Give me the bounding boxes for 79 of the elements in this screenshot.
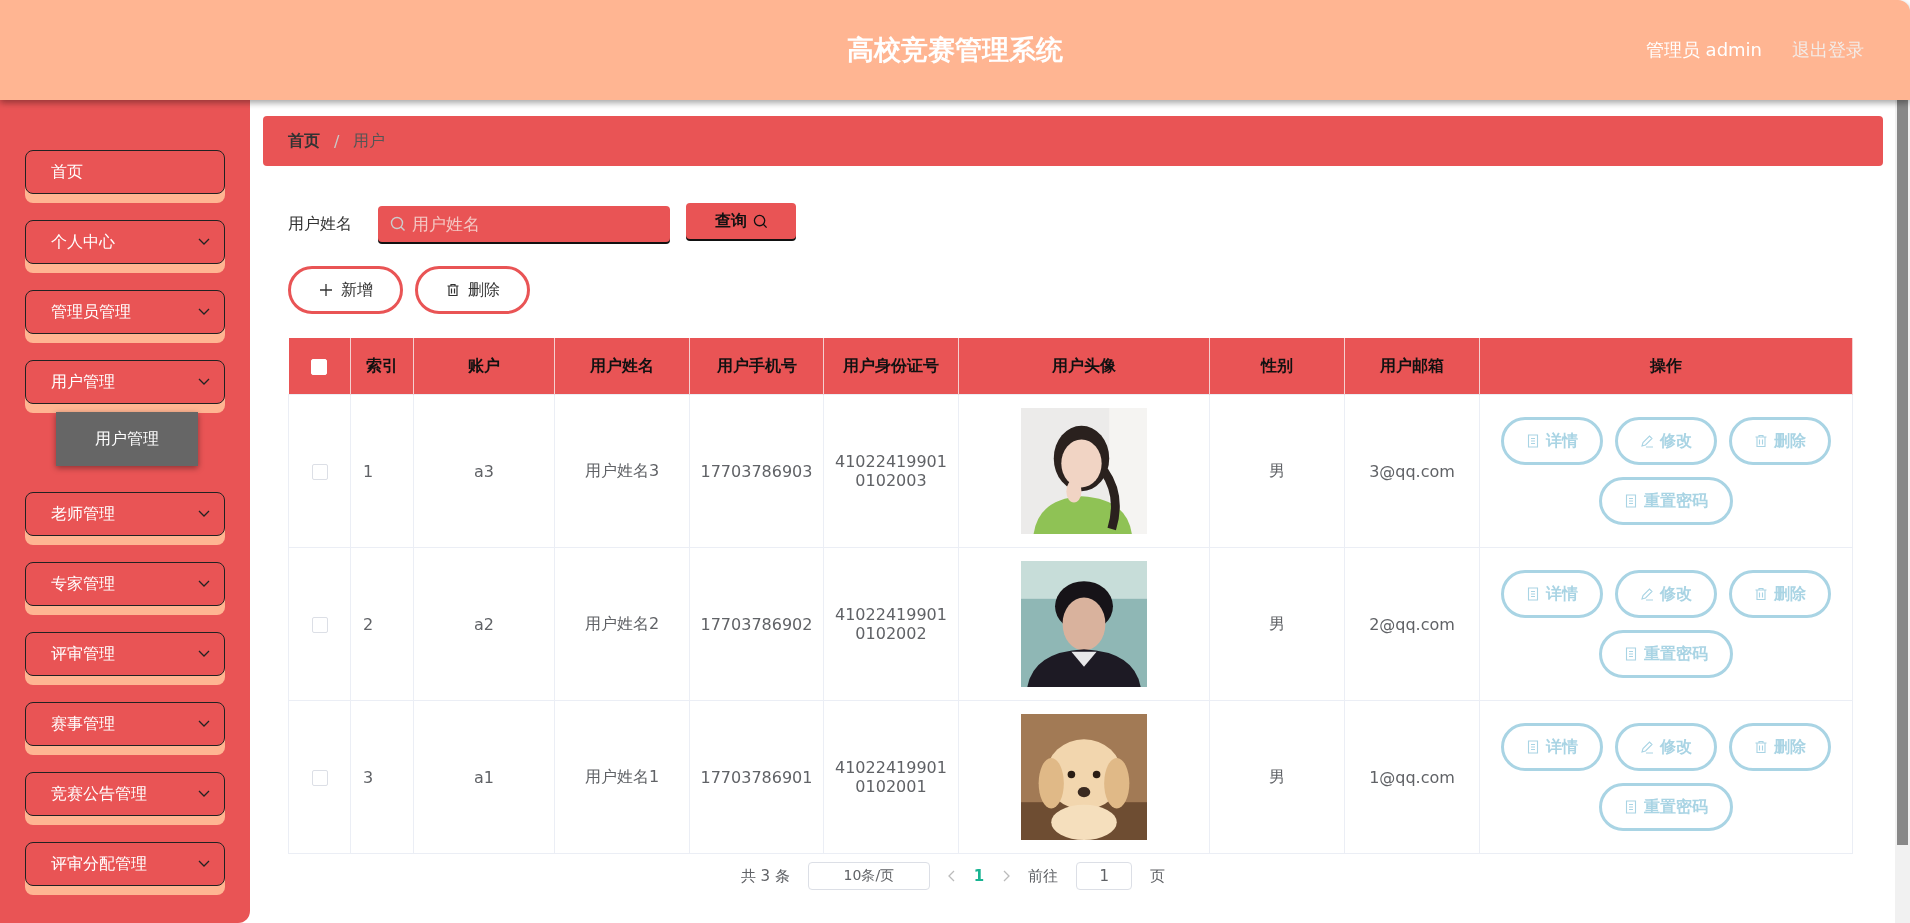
column-header: 用户身份证号	[823, 338, 959, 395]
document-icon	[1526, 740, 1540, 754]
chevron-icon	[198, 238, 210, 246]
column-header: 索引	[350, 338, 414, 395]
chevron-icon	[198, 378, 210, 386]
chevron-icon	[198, 720, 210, 728]
chevron-icon	[198, 650, 210, 658]
document-icon	[1526, 434, 1540, 448]
table-cell: 用户姓名2	[554, 547, 690, 701]
table-cell: 男	[1209, 700, 1345, 854]
column-header: 操作	[1479, 338, 1853, 395]
search-icon	[752, 213, 768, 229]
search-icon	[390, 216, 406, 232]
pencil-icon	[1640, 434, 1654, 448]
total-count: 共 3 条	[740, 866, 790, 886]
goto-page-field[interactable]: 1	[1076, 862, 1133, 890]
table-cell: 41022419901 0102002	[823, 547, 959, 701]
pencil-icon	[1640, 587, 1654, 601]
table-cell: 17703786902	[689, 547, 824, 701]
chevron-icon	[198, 308, 210, 316]
trash-icon	[1754, 740, 1768, 754]
pencil-icon	[1640, 740, 1654, 754]
page-size-select[interactable]: 10条/页	[807, 862, 930, 890]
add-button[interactable]: 新增	[288, 266, 403, 314]
page-suffix: 页	[1150, 866, 1166, 886]
table-cell: 男	[1209, 394, 1345, 548]
document-icon	[1624, 647, 1638, 661]
plus-icon	[318, 283, 333, 297]
breadcrumb-separator: /	[334, 131, 340, 151]
table-cell: 用户姓名1	[554, 700, 690, 854]
previous-page-icon[interactable]	[947, 870, 956, 882]
breadcrumb-link[interactable]: 用户	[353, 130, 386, 152]
table-cell: a3	[413, 394, 555, 548]
table-cell: 1	[350, 394, 414, 548]
delete-button[interactable]: 删除	[415, 266, 530, 314]
scrollbar-thumb[interactable]	[1897, 100, 1908, 845]
goto-label: 前往	[1028, 866, 1059, 886]
page-number[interactable]: 1	[973, 867, 985, 885]
table-cell: 17703786901	[689, 700, 824, 854]
column-header: 性别	[1209, 338, 1345, 395]
table-cell: 2@qq.com	[1344, 547, 1480, 701]
select-all-checkbox[interactable]	[311, 359, 328, 375]
trash-icon	[445, 283, 460, 297]
search-label: 用户姓名	[288, 213, 352, 235]
chevron-icon	[198, 790, 210, 798]
table-cell: a1	[413, 700, 555, 854]
table-cell: 41022419901 0102003	[823, 394, 959, 548]
row-checkbox[interactable]	[311, 617, 328, 633]
table-cell: 41022419901 0102001	[823, 700, 959, 854]
user-label: 管理员 admin	[1645, 38, 1762, 62]
submenu-item[interactable]: 用户管理	[56, 412, 198, 466]
table-cell: 3@qq.com	[1344, 394, 1480, 548]
table-cell: a2	[413, 547, 555, 701]
document-icon	[1526, 587, 1540, 601]
search-field[interactable]: 用户姓名	[378, 206, 670, 242]
table-cell: 用户姓名3	[554, 394, 690, 548]
column-header: 用户邮箱	[1344, 338, 1480, 395]
app-title: 高校竞赛管理系统	[847, 33, 1063, 67]
document-icon	[1624, 494, 1638, 508]
table-cell: 3	[350, 700, 414, 854]
column-header: 账户	[413, 338, 555, 395]
breadcrumb-link[interactable]: 首页	[288, 130, 320, 152]
search-button[interactable]: 查询	[686, 203, 796, 239]
table-cell: 男	[1209, 547, 1345, 701]
column-header: 用户姓名	[554, 338, 690, 395]
row-checkbox[interactable]	[311, 770, 328, 786]
table-cell: 2	[350, 547, 414, 701]
row-checkbox[interactable]	[311, 464, 328, 480]
column-header: 用户手机号	[689, 338, 824, 395]
table-cell: 1@qq.com	[1344, 700, 1480, 854]
document-icon	[1624, 800, 1638, 814]
chevron-icon	[198, 580, 210, 588]
next-page-icon[interactable]	[1002, 870, 1011, 882]
chevron-icon	[198, 860, 210, 868]
chevron-icon	[198, 510, 210, 518]
trash-icon	[1754, 434, 1768, 448]
trash-icon	[1754, 587, 1768, 601]
table-cell: 17703786903	[689, 394, 824, 548]
column-header: 用户头像	[958, 338, 1210, 395]
